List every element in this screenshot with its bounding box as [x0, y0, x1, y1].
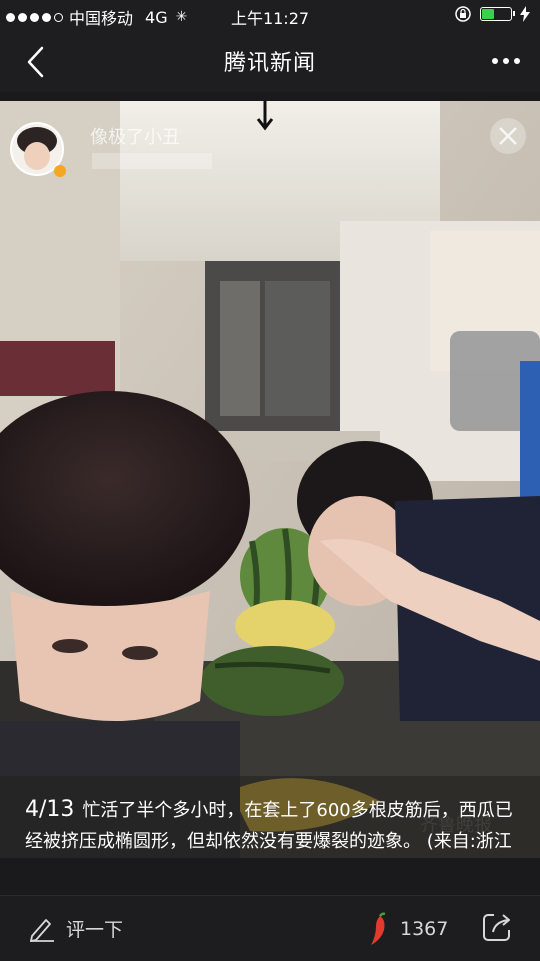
overlay-user-name: 像极了小丑	[90, 127, 180, 148]
share-icon	[483, 914, 510, 941]
page-title: 腾讯新闻	[223, 51, 316, 76]
status-right	[454, 5, 530, 23]
pencil-icon	[30, 919, 54, 942]
like-count: 1367	[400, 918, 449, 940]
photo-illustration: 像极了小丑 齐鲁晚报	[0, 101, 540, 858]
bottom-toolbar: 评一下 1367	[0, 895, 540, 961]
rotation-lock-icon	[455, 6, 471, 22]
status-bar: 中国移动 4G ✳ 上午11:27	[0, 0, 540, 30]
comment-label: 评一下	[66, 918, 124, 941]
caption-text: 忙活了半个多小时，在套上了600多根皮筋后，西瓜已经被挤压成椭圆形，但却依然没有…	[25, 800, 513, 852]
photo-caption: 4/13 忙活了半个多小时，在套上了600多根皮筋后，西瓜已经被挤压成椭圆形，但却…	[0, 776, 540, 858]
charging-icon	[520, 6, 530, 22]
news-photo[interactable]: 像极了小丑 齐鲁晚报 4/13忙活了半个多小时，在套上了600多根皮筋后，西瓜已…	[0, 101, 540, 858]
share-button[interactable]	[480, 910, 514, 944]
caption-index: 4/13	[25, 797, 75, 822]
chili-pepper-icon	[371, 912, 386, 945]
battery-icon	[480, 7, 515, 21]
more-button[interactable]	[486, 46, 526, 76]
like-button[interactable]: 1367	[368, 912, 448, 946]
more-dots-icon	[492, 58, 498, 64]
comment-button[interactable]: 评一下	[28, 914, 123, 942]
nav-bar: 腾讯新闻	[0, 30, 540, 92]
